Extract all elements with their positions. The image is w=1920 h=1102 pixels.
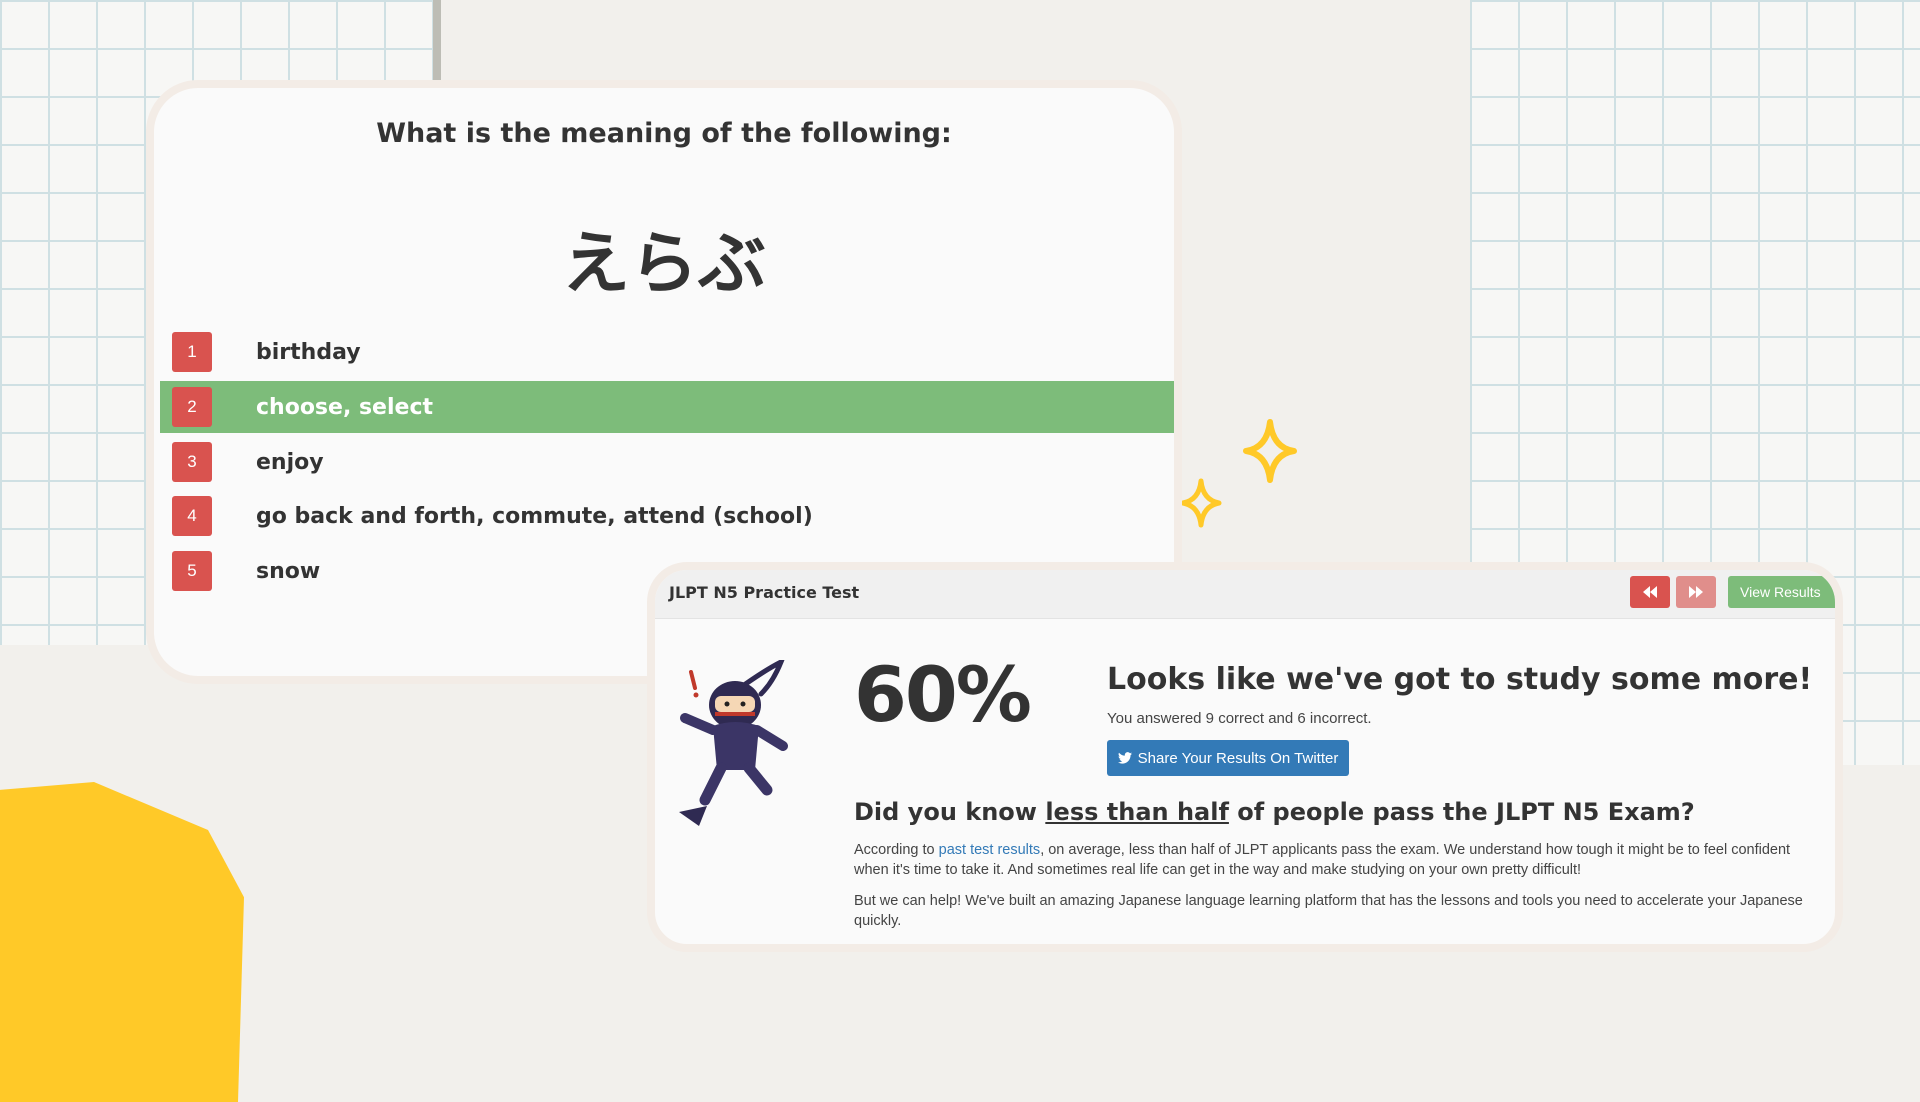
sparkle-icon [1243, 419, 1297, 483]
answer-option-2[interactable]: 2 choose, select [160, 381, 1174, 433]
info-paragraph-1: According to past test results, on avera… [854, 840, 1824, 880]
results-summary: You answered 9 correct and 6 incorrect. [1107, 710, 1372, 727]
info-paragraph-2: But we can help! We've built an amazing … [854, 893, 1803, 929]
panel-edge [433, 0, 441, 80]
score-percentage: 60% [854, 650, 1032, 739]
view-results-button[interactable]: View Results [1728, 576, 1835, 608]
question-prompt: What is the meaning of the following: [376, 118, 952, 149]
option-number-badge: 5 [172, 551, 212, 591]
option-label: birthday [256, 339, 361, 365]
fast-backward-icon [1643, 586, 1657, 598]
option-label: snow [256, 558, 321, 584]
results-headline: Looks like we've got to study some more! [1107, 662, 1813, 697]
ninja-mascot [679, 660, 788, 826]
next-button[interactable] [1676, 576, 1716, 608]
para1-prefix: According to [854, 842, 939, 858]
share-twitter-label: Share Your Results On Twitter [1137, 749, 1339, 767]
question-word: えらぶ [561, 225, 766, 304]
test-title: JLPT N5 Practice Test [669, 583, 860, 602]
answer-option-4[interactable]: 4 go back and forth, commute, attend (sc… [160, 490, 1174, 542]
did-you-know-prefix: Did you know [854, 798, 1046, 826]
answer-option-1[interactable]: 1 birthday [160, 326, 1174, 378]
did-you-know-heading: Did you know less than half of people pa… [854, 798, 1695, 826]
answer-option-3[interactable]: 3 enjoy [160, 436, 1174, 488]
fast-forward-icon [1689, 586, 1703, 598]
option-number-badge: 3 [172, 442, 212, 482]
option-label: go back and forth, commute, attend (scho… [256, 503, 813, 529]
option-number-badge: 4 [172, 496, 212, 536]
previous-button[interactable] [1630, 576, 1670, 608]
option-label: enjoy [256, 449, 324, 475]
share-twitter-button[interactable]: Share Your Results On Twitter [1107, 740, 1349, 776]
sparkle-icon [1180, 478, 1222, 528]
option-number-badge: 2 [172, 387, 212, 427]
yellow-shape-decoration [0, 782, 244, 1102]
twitter-icon [1117, 752, 1132, 764]
option-label: choose, select [256, 394, 433, 420]
did-you-know-suffix: of people pass the JLPT N5 Exam? [1228, 798, 1695, 826]
option-number-badge: 1 [172, 332, 212, 372]
past-test-results-link[interactable]: past test results [939, 842, 1041, 858]
results-card: JLPT N5 Practice Test View Results 60% L… [647, 562, 1843, 952]
results-header: JLPT N5 Practice Test View Results [655, 570, 1835, 619]
did-you-know-emphasis: less than half [1045, 798, 1229, 826]
